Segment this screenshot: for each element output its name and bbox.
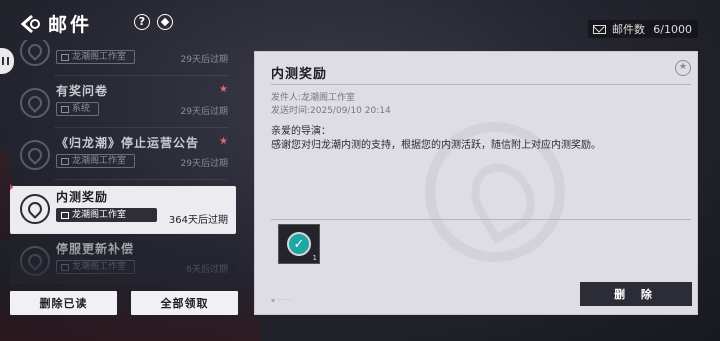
mail-item[interactable]: 有奖问卷 ★ 系统 29天后过期 [10,80,236,128]
mail-sender: 龙潮阁工作室 [56,208,158,222]
mail-sender-name: 龙潮阁工作室 [72,156,127,166]
mail-item[interactable]: 龙潮阁工作室 29天后过期 [10,40,236,76]
back-arrow-icon[interactable] [18,12,44,36]
detail-sender: 发件人:龙潮阁工作室 [271,93,356,103]
claim-all-button[interactable]: 全部领取 [131,291,238,315]
detail-time: 发送时间:2025/09/10 20:14 [271,106,391,116]
sender-icon [61,105,69,113]
divider [271,219,691,220]
divider [54,179,228,180]
mail-sender-name: 系统 [72,104,91,114]
mail-item[interactable]: 停服更新补偿 龙潮阁工作室 6天后过期 [10,238,236,284]
mail-item[interactable]: 《归龙潮》停止运营公告 ★ 龙潮阁工作室 29天后过期 [10,132,236,180]
delete-read-button[interactable]: 删除已读 [10,291,117,315]
sender-icon [61,53,69,61]
mail-title: 停服更新补偿 [56,242,135,256]
mail-count-value: 6/1000 [653,22,692,36]
star-icon: ★ [219,84,228,95]
mail-expire: 29天后过期 [180,159,228,169]
divider [54,75,228,76]
mail-sender: 系统 [56,102,100,116]
mail-sender: 龙潮阁工作室 [56,260,136,274]
mail-title: 有奖问卷 [56,84,109,98]
check-icon: ✓ [287,232,311,256]
mail-expire: 29天后过期 [180,107,228,117]
mail-count-label: 邮件数 [612,23,645,36]
detail-title: 内测奖励 [271,67,328,82]
star-icon[interactable]: ★ [675,60,691,76]
mail-title: 《归龙潮》停止运营公告 [56,136,200,150]
sender-icon [61,157,69,165]
mail-sender-name: 龙潮阁工作室 [72,52,127,62]
diamond-icon[interactable] [157,14,173,30]
help-icon[interactable]: ? [134,14,150,30]
mail-detail-panel: 内测奖励 ★ 发件人:龙潮阁工作室 发送时间:2025/09/10 20:14 … [254,51,698,315]
divider [54,127,228,128]
sender-icon [61,263,69,271]
mail-avatar-icon [20,40,50,66]
attachment-quantity: 1 [312,254,317,262]
delete-button[interactable]: 删 除 [580,282,692,306]
mail-sender: 龙潮阁工作室 [56,50,136,64]
mail-sender-name: 龙潮阁工作室 [72,262,127,272]
detail-body: 感谢您对归龙潮内测的支持，根据您的内测活跃，随信附上对应内测奖励。 [271,140,601,151]
sender-icon [61,211,69,219]
mail-expire: 6天后过期 [186,265,228,275]
attachment-item[interactable]: ✓ 1 [278,224,320,264]
mail-expire: 29天后过期 [180,55,228,65]
mail-avatar-icon [20,246,50,276]
footer-mark: ▪ ····· ·· [271,297,293,304]
mail-item-selected[interactable]: 内测奖励 龙潮阁工作室 364天后过期 [10,186,236,234]
envelope-icon [593,24,606,34]
mail-expire: 364天后过期 [168,215,228,226]
divider [271,84,691,85]
mail-sender: 龙潮阁工作室 [56,154,136,168]
page-title: 邮件 [48,14,93,36]
detail-greeting: 亲爱的导演： [271,126,331,137]
mail-list[interactable]: 龙潮阁工作室 29天后过期 有奖问卷 ★ 系统 29天后过期 《归龙潮》停止运营… [10,40,236,284]
mail-avatar-icon [20,194,50,224]
mail-avatar-icon [20,140,50,170]
mail-sender-name: 龙潮阁工作室 [72,210,127,220]
background-stripe [0,150,10,240]
mail-title: 内测奖励 [56,190,109,204]
star-icon: ★ [219,136,228,147]
mail-avatar-icon [20,88,50,118]
mail-count: 邮件数 6/1000 [588,20,698,38]
